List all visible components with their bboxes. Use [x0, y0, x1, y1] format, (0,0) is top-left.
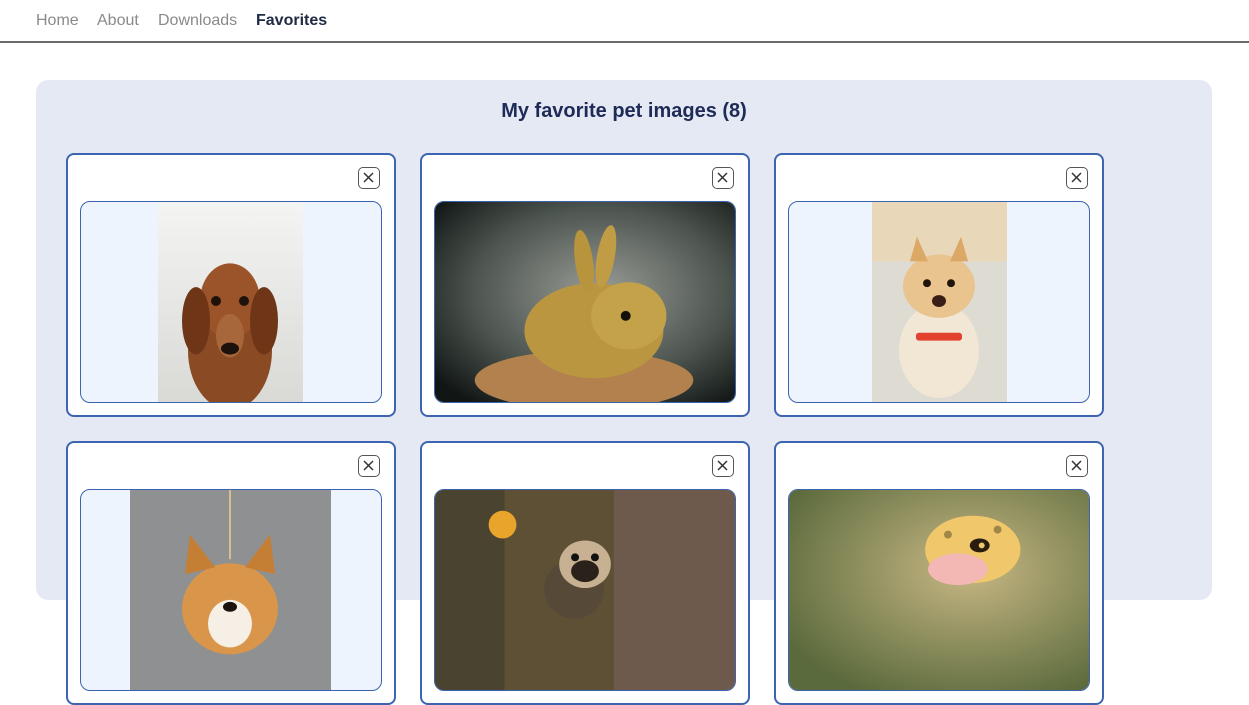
pet-image[interactable] [130, 490, 331, 690]
favorite-card [774, 441, 1104, 705]
close-icon [363, 172, 374, 183]
close-icon [717, 460, 728, 471]
image-frame [80, 201, 382, 403]
image-frame [80, 489, 382, 691]
nav-favorites-link[interactable]: Favorites [256, 12, 327, 30]
remove-favorite-button[interactable] [358, 455, 380, 477]
favorite-card [420, 153, 750, 417]
pet-image[interactable] [435, 202, 735, 402]
favorite-card [420, 441, 750, 705]
close-icon [363, 460, 374, 471]
image-frame [788, 489, 1090, 691]
favorites-panel: My favorite pet images (8) [36, 80, 1212, 705]
nav-home-link[interactable]: Home [36, 12, 79, 30]
nav-downloads-link[interactable]: Downloads [158, 12, 237, 30]
pet-image[interactable] [872, 202, 1007, 402]
remove-favorite-button[interactable] [1066, 455, 1088, 477]
pet-image[interactable] [158, 202, 303, 402]
top-nav: Home About Downloads Favorites [0, 0, 1249, 43]
remove-favorite-button[interactable] [712, 167, 734, 189]
image-frame [434, 201, 736, 403]
favorite-card [66, 153, 396, 417]
image-frame [788, 201, 1090, 403]
image-frame [434, 489, 736, 691]
close-icon [1071, 460, 1082, 471]
close-icon [717, 172, 728, 183]
pet-image[interactable] [789, 490, 1089, 690]
close-icon [1071, 172, 1082, 183]
favorite-card [66, 441, 396, 705]
pet-image[interactable] [435, 490, 735, 690]
remove-favorite-button[interactable] [1066, 167, 1088, 189]
remove-favorite-button[interactable] [358, 167, 380, 189]
nav-about-link[interactable]: About [97, 12, 139, 30]
remove-favorite-button[interactable] [712, 455, 734, 477]
page-title: My favorite pet images (8) [501, 100, 747, 122]
favorite-card [774, 153, 1104, 417]
